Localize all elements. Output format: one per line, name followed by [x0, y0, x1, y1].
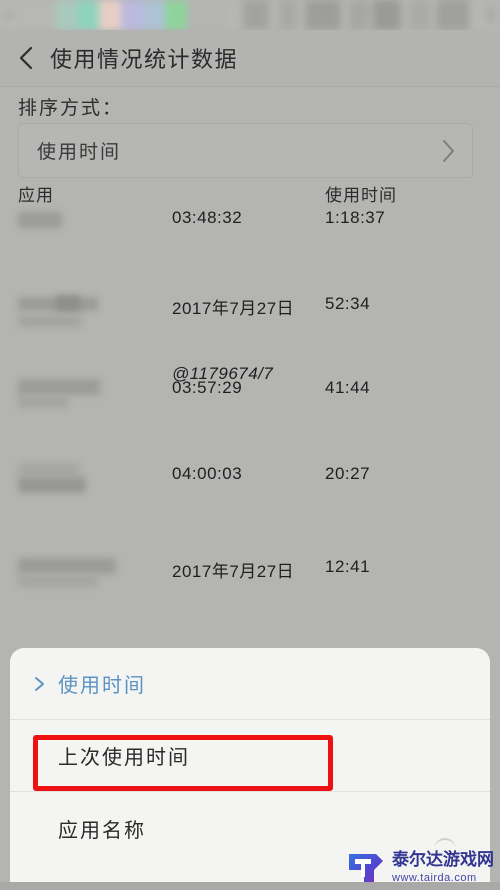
app-name-blurred	[18, 463, 80, 476]
site-watermark: 泰尔达游戏网 www.tairda.com	[346, 850, 494, 886]
table-row[interactable]: 2017年7月27日 52:34	[0, 291, 500, 363]
cell-usage-time: 52:34	[325, 294, 371, 313]
status-blur-block	[165, 0, 187, 30]
sort-by-select[interactable]: 使用时间	[18, 123, 473, 178]
sheet-option-last-used[interactable]: 上次使用时间	[10, 720, 490, 792]
watermark-text: 泰尔达游戏网 www.tairda.com	[392, 851, 494, 885]
status-blur-block	[305, 0, 341, 30]
watermark-site-url: www.tairda.com	[392, 872, 477, 884]
cell-last-used: 04:00:03	[172, 464, 243, 483]
chevron-right-icon	[32, 675, 48, 693]
status-blur-block	[121, 0, 143, 30]
cell-last-used: 2017年7月27日	[172, 562, 295, 581]
table-row[interactable]: 03:57:29 41:44	[0, 376, 500, 448]
app-name-blurred	[18, 558, 116, 574]
status-dot-icon	[8, 13, 12, 17]
app-name-blurred	[56, 296, 80, 311]
status-blur-block	[55, 0, 77, 30]
cell-usage-time: 41:44	[325, 378, 371, 397]
status-blur-block	[77, 0, 99, 30]
status-dot-icon	[489, 9, 493, 13]
navbar-divider	[0, 86, 500, 87]
app-name-blurred	[18, 477, 86, 493]
sheet-option-label: 应用名称	[58, 819, 146, 842]
status-blur-block	[349, 0, 369, 30]
status-bar-blurred	[0, 0, 500, 30]
tairda-logo-icon	[346, 850, 386, 886]
navigation-bar: 使用情况统计数据	[0, 30, 500, 86]
status-blur-block	[187, 0, 227, 30]
phone-screenshot: 使用情况统计数据 排序方式： 使用时间 应用 使用时间 @1179674/7 0…	[0, 0, 500, 890]
status-blur-block	[243, 0, 269, 30]
sheet-option-label: 上次使用时间	[58, 747, 190, 769]
status-blur-block	[373, 0, 401, 30]
status-blur-block	[99, 0, 121, 30]
app-name-blurred	[18, 575, 98, 587]
status-blur-block	[143, 0, 165, 30]
table-row[interactable]: 2017年7月27日 12:41	[0, 556, 500, 628]
sort-by-label: 排序方式：	[18, 98, 124, 119]
app-name-blurred	[18, 315, 82, 327]
table-row[interactable]: 03:48:32 1:18:37	[0, 208, 500, 268]
cell-usage-time: 12:41	[325, 557, 371, 576]
status-dot-icon	[489, 17, 493, 21]
chevron-right-icon	[440, 138, 456, 164]
sheet-option-label: 使用时间	[58, 675, 146, 697]
table-header-row: 应用 使用时间	[0, 181, 500, 205]
status-blur-block	[437, 0, 469, 30]
cell-usage-time: 20:27	[325, 464, 371, 483]
cell-last-used: 03:57:29	[172, 378, 243, 397]
cell-usage-time: 1:18:37	[325, 208, 386, 227]
cell-last-used: 03:48:32	[172, 208, 243, 227]
app-name-blurred	[18, 395, 68, 408]
table-row[interactable]: 04:00:03 20:27	[0, 461, 500, 533]
status-blur-block	[279, 0, 297, 30]
column-header-app: 应用	[18, 186, 54, 205]
cell-last-used: 2017年7月27日	[172, 299, 295, 318]
status-blur-block	[409, 0, 431, 30]
app-name-blurred	[18, 212, 62, 228]
column-header-usage-time: 使用时间	[325, 186, 397, 205]
watermark-site-name: 泰尔达游戏网	[392, 850, 494, 869]
chevron-left-icon[interactable]	[16, 44, 36, 72]
page-title: 使用情况统计数据	[50, 47, 239, 72]
app-name-blurred	[18, 379, 100, 395]
sort-by-value: 使用时间	[37, 142, 122, 163]
sheet-option-usage-time[interactable]: 使用时间	[10, 648, 490, 720]
